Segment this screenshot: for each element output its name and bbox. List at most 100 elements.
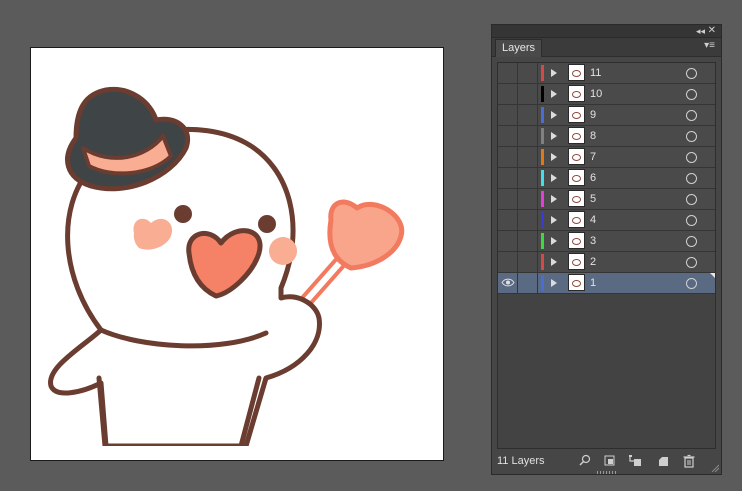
layer-list[interactable]: 11 10 9 8 7 6 5 4 3 2 1 [497,62,716,449]
layer-thumbnail [568,274,585,291]
expand-triangle-icon[interactable] [551,237,557,245]
artboard[interactable] [30,47,444,461]
lock-toggle[interactable] [518,189,538,209]
layer-row[interactable]: 3 [498,231,715,252]
layer-row[interactable]: 4 [498,210,715,231]
layer-row[interactable]: 9 [498,105,715,126]
layer-name[interactable]: 4 [590,214,596,226]
visibility-toggle[interactable] [498,168,518,188]
character-illustration [31,86,443,460]
eye-icon [501,278,515,287]
target-circle-icon[interactable] [686,68,697,79]
expand-triangle-icon[interactable] [551,153,557,161]
visibility-toggle[interactable] [498,63,518,83]
layer-row[interactable]: 11 [498,63,715,84]
lock-toggle[interactable] [518,105,538,125]
target-circle-icon[interactable] [686,257,697,268]
expand-triangle-icon[interactable] [551,279,557,287]
target-circle-icon[interactable] [686,215,697,226]
close-icon[interactable]: ✕ [708,25,716,37]
resize-grip-icon[interactable] [711,464,719,472]
panel-titlebar[interactable]: ◂◂ ✕ [492,25,721,38]
layer-color-swatch [541,191,544,207]
target-circle-icon[interactable] [686,278,697,289]
visibility-toggle[interactable] [498,210,518,230]
tab-layers[interactable]: Layers [495,39,543,57]
expand-triangle-icon[interactable] [551,132,557,140]
visibility-toggle[interactable] [498,189,518,209]
layer-thumbnail [568,253,585,270]
lock-toggle[interactable] [518,252,538,272]
target-circle-icon[interactable] [686,152,697,163]
layer-name[interactable]: 8 [590,130,596,142]
layer-row[interactable]: 2 [498,252,715,273]
layer-thumbnail [568,106,585,123]
create-new-layer-icon[interactable] [656,454,670,468]
lock-toggle[interactable] [518,63,538,83]
layer-name[interactable]: 9 [590,109,596,121]
search-layer-icon[interactable] [578,454,592,468]
lock-toggle[interactable] [518,231,538,251]
make-clipping-mask-icon[interactable] [603,454,617,468]
visibility-toggle[interactable] [498,105,518,125]
layer-color-swatch [541,275,544,291]
expand-triangle-icon[interactable] [551,69,557,77]
layer-name[interactable]: 7 [590,151,596,163]
expand-triangle-icon[interactable] [551,90,557,98]
expand-triangle-icon[interactable] [551,195,557,203]
layer-thumbnail [568,127,585,144]
visibility-toggle[interactable] [498,252,518,272]
layer-row[interactable]: 10 [498,84,715,105]
left-eye [174,205,192,223]
lock-toggle[interactable] [518,210,538,230]
layer-name[interactable]: 6 [590,172,596,184]
lock-toggle[interactable] [518,273,538,293]
layer-thumbnail [568,211,585,228]
lock-toggle[interactable] [518,84,538,104]
layer-row[interactable]: 8 [498,126,715,147]
visibility-toggle[interactable] [498,126,518,146]
target-circle-icon[interactable] [686,173,697,184]
layer-name[interactable]: 10 [590,88,602,100]
selection-indicator-icon [710,273,715,278]
expand-triangle-icon[interactable] [551,258,557,266]
layer-thumbnail [568,232,585,249]
layer-name[interactable]: 5 [590,193,596,205]
target-circle-icon[interactable] [686,194,697,205]
lock-toggle[interactable] [518,147,538,167]
lock-toggle[interactable] [518,168,538,188]
layer-color-swatch [541,149,544,165]
layers-panel: ◂◂ ✕ Layers ▾≡ 11 10 9 8 7 6 5 4 3 2 1 11 Layers [491,24,722,475]
panel-menu-icon[interactable]: ▾≡ [704,40,715,51]
layer-color-swatch [541,233,544,249]
visibility-toggle[interactable] [498,147,518,167]
target-circle-icon[interactable] [686,236,697,247]
layer-name[interactable]: 2 [590,256,596,268]
layer-name[interactable]: 3 [590,235,596,247]
visibility-toggle[interactable] [498,273,518,293]
layer-row[interactable]: 1 [498,273,715,294]
panel-grip[interactable] [597,471,617,474]
layer-row[interactable]: 5 [498,189,715,210]
layer-row[interactable]: 6 [498,168,715,189]
visibility-toggle[interactable] [498,84,518,104]
layer-color-swatch [541,170,544,186]
layer-color-swatch [541,65,544,81]
layer-row[interactable]: 7 [498,147,715,168]
target-circle-icon[interactable] [686,110,697,121]
create-sublayer-icon[interactable] [628,454,642,468]
panel-footer: 11 Layers [492,449,721,474]
visibility-toggle[interactable] [498,231,518,251]
expand-triangle-icon[interactable] [551,174,557,182]
double-chevron-left-icon[interactable]: ◂◂ [696,25,705,37]
expand-triangle-icon[interactable] [551,111,557,119]
target-circle-icon[interactable] [686,89,697,100]
target-circle-icon[interactable] [686,131,697,142]
lock-toggle[interactable] [518,126,538,146]
delete-layer-icon[interactable] [682,454,696,468]
layer-name[interactable]: 1 [590,277,596,289]
expand-triangle-icon[interactable] [551,216,557,224]
layer-name[interactable]: 11 [590,67,601,79]
right-eye [258,215,276,233]
layer-thumbnail [568,190,585,207]
